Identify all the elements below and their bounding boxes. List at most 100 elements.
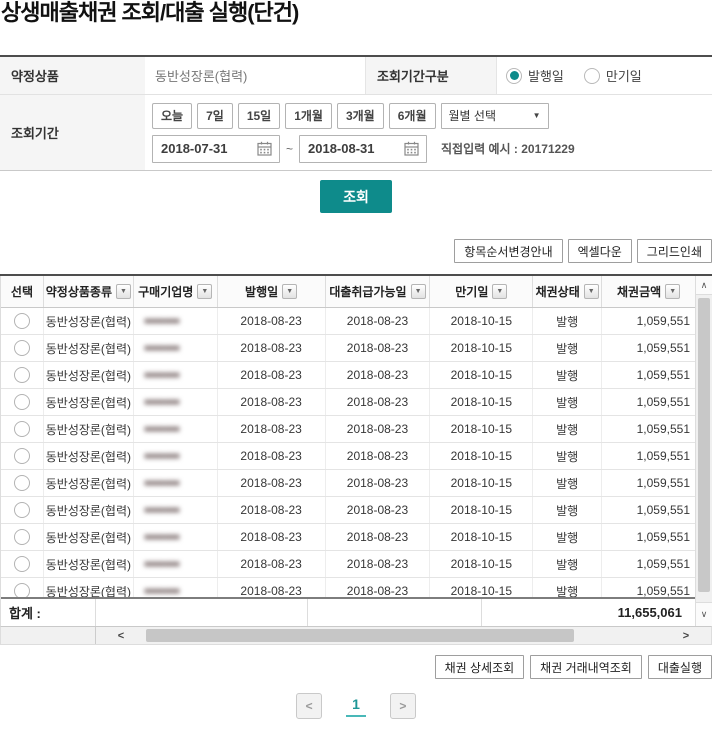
horizontal-scroll-thumb[interactable] — [146, 629, 574, 642]
vertical-scroll-thumb[interactable] — [698, 298, 710, 592]
row-select-radio[interactable] — [14, 556, 30, 572]
row-select-radio[interactable] — [14, 394, 30, 410]
column-header-label-buyer-name: 구매기업명 — [138, 283, 193, 300]
column-header-select: 선택 — [1, 276, 44, 307]
filter-dropdown-icon[interactable]: ▼ — [197, 284, 212, 299]
loan-available-date-cell: 2018-08-23 — [326, 308, 431, 334]
row-select-cell — [1, 497, 44, 523]
due-date-cell: 2018-10-15 — [430, 524, 533, 550]
vertical-scroll-track[interactable] — [696, 295, 712, 602]
page: 상생매출채권 조회/대출 실행(단건) 약정상품 동반성장론(협력) 조회기간구… — [0, 0, 712, 719]
footer-action-buttons: 채권 상세조회채권 거래내역조회대출실행 — [0, 655, 712, 679]
loan-available-date-cell: 2018-08-23 — [326, 443, 431, 469]
issue-date-cell: 2018-08-23 — [218, 416, 326, 442]
buyer-name-cell: ■■■■■■■ — [134, 335, 218, 361]
bond-amount-cell: 1,059,551 — [602, 497, 695, 523]
pagination-page-1[interactable]: 1 — [346, 696, 366, 717]
row-select-radio[interactable] — [14, 583, 30, 597]
radio-option-due-date[interactable]: 만기일 — [584, 66, 642, 85]
column-header-bond-status: 채권상태▼ — [533, 276, 602, 307]
radio-issue-date-selected[interactable] — [506, 68, 522, 84]
horizontal-scrollbar[interactable]: < > — [0, 626, 712, 645]
period-label: 조회기간 — [0, 95, 145, 170]
scroll-right-button[interactable]: > — [661, 627, 711, 644]
bond-detail-inquiry-button[interactable]: 채권 상세조회 — [435, 655, 525, 679]
issue-date-cell: 2018-08-23 — [218, 362, 326, 388]
column-header-due-date: 만기일▼ — [430, 276, 533, 307]
radio-label-issue-date: 발행일 — [528, 66, 564, 85]
quick-range-7d[interactable]: 7일 — [197, 103, 233, 129]
quick-range-today[interactable]: 오늘 — [152, 103, 192, 129]
filter-dropdown-icon[interactable]: ▼ — [665, 284, 680, 299]
filter-dropdown-icon[interactable]: ▼ — [584, 284, 599, 299]
bond-transaction-history-button[interactable]: 채권 거래내역조회 — [530, 655, 642, 679]
buyer-name-masked: ■■■■■■■ — [144, 478, 179, 489]
scroll-up-button[interactable]: ∧ — [696, 276, 712, 295]
column-header-label-bond-amount: 채권금액 — [617, 283, 661, 300]
radio-option-issue-date[interactable]: 발행일 — [506, 66, 564, 85]
filter-dropdown-icon[interactable]: ▼ — [411, 284, 426, 299]
product-type-cell: 동반성장론(협력) — [44, 470, 134, 496]
page-title: 상생매출채권 조회/대출 실행(단건) — [1, 0, 712, 28]
loan-available-date-cell: 2018-08-23 — [326, 470, 431, 496]
filter-dropdown-icon[interactable]: ▼ — [492, 284, 507, 299]
scroll-down-button[interactable]: ∨ — [696, 602, 712, 626]
horizontal-scroll-track[interactable] — [574, 627, 661, 644]
row-select-radio[interactable] — [14, 367, 30, 383]
row-select-radio[interactable] — [14, 529, 30, 545]
buyer-name-masked: ■■■■■■■ — [144, 397, 179, 408]
row-select-radio[interactable] — [14, 421, 30, 437]
loan-available-date-cell: 2018-08-23 — [326, 578, 431, 597]
buyer-name-masked: ■■■■■■■ — [144, 370, 179, 381]
row-select-radio[interactable] — [14, 313, 30, 329]
pagination: < 1 > — [0, 693, 712, 719]
calendar-icon[interactable] — [257, 141, 272, 156]
calendar-icon[interactable] — [404, 141, 419, 156]
scroll-left-button[interactable]: < — [96, 627, 146, 644]
row-select-radio[interactable] — [14, 475, 30, 491]
search-button[interactable]: 조회 — [320, 180, 392, 213]
month-select-dropdown[interactable]: 월별 선택▼ — [441, 103, 549, 129]
bond-status-cell: 발행 — [533, 524, 602, 550]
radio-label-due-date: 만기일 — [606, 66, 642, 85]
row-select-radio[interactable] — [14, 340, 30, 356]
date-to-input[interactable]: 2018-08-31 — [299, 135, 427, 163]
filter-dropdown-icon[interactable]: ▼ — [116, 284, 131, 299]
table-row: 동반성장론(협력)■■■■■■■2018-08-232018-08-232018… — [1, 416, 695, 443]
quick-range-15d[interactable]: 15일 — [238, 103, 280, 129]
column-header-bond-amount: 채권금액 ▼ — [602, 276, 695, 307]
grid-print-button[interactable]: 그리드인쇄 — [637, 239, 712, 263]
table-row: 동반성장론(협력)■■■■■■■2018-08-232018-08-232018… — [1, 335, 695, 362]
total-empty-cell — [96, 599, 308, 626]
radio-due-date[interactable] — [584, 68, 600, 84]
date-range-tilde: ~ — [286, 142, 293, 156]
issue-date-cell: 2018-08-23 — [218, 578, 326, 597]
table-row: 동반성장론(협력)■■■■■■■2018-08-232018-08-232018… — [1, 578, 695, 597]
pagination-prev-button[interactable]: < — [296, 693, 322, 719]
quick-range-3m[interactable]: 3개월 — [337, 103, 384, 129]
total-label-cell: 합계 : — [1, 599, 96, 626]
issue-date-cell: 2018-08-23 — [218, 470, 326, 496]
loan-execute-button[interactable]: 대출실행 — [648, 655, 712, 679]
period-type-radio-group: 발행일 만기일 — [497, 57, 712, 94]
bond-amount-cell: 1,059,551 — [602, 335, 695, 361]
excel-download-button[interactable]: 엑셀다운 — [568, 239, 632, 263]
quick-range-6m[interactable]: 6개월 — [389, 103, 436, 129]
table-row: 동반성장론(협력)■■■■■■■2018-08-232018-08-232018… — [1, 443, 695, 470]
buyer-name-cell: ■■■■■■■ — [134, 362, 218, 388]
date-from-input[interactable]: 2018-07-31 — [152, 135, 280, 163]
due-date-cell: 2018-10-15 — [430, 389, 533, 415]
form-row-period: 조회기간 오늘7일15일1개월3개월6개월월별 선택▼ 2018-07-31 — [0, 95, 712, 170]
product-type-cell: 동반성장론(협력) — [44, 551, 134, 577]
due-date-cell: 2018-10-15 — [430, 497, 533, 523]
filter-dropdown-icon[interactable]: ▼ — [282, 284, 297, 299]
pagination-next-button[interactable]: > — [390, 693, 416, 719]
row-select-radio[interactable] — [14, 448, 30, 464]
product-type-cell: 동반성장론(협력) — [44, 335, 134, 361]
issue-date-cell: 2018-08-23 — [218, 443, 326, 469]
vertical-scrollbar[interactable]: ∧ ∨ — [695, 276, 712, 626]
column-order-info-button[interactable]: 항목순서변경안내 — [454, 239, 562, 263]
bond-status-cell: 발행 — [533, 470, 602, 496]
row-select-radio[interactable] — [14, 502, 30, 518]
quick-range-1m[interactable]: 1개월 — [285, 103, 332, 129]
